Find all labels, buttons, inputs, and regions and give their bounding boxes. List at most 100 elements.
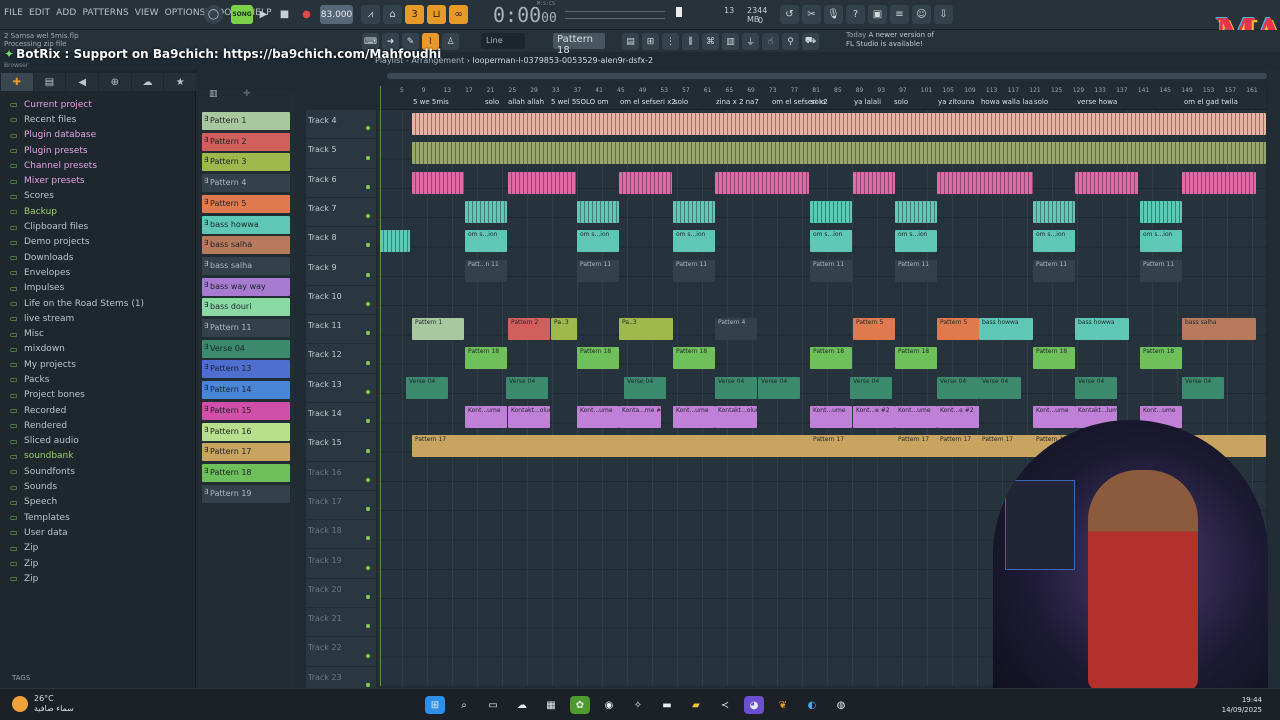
browser-item[interactable]: ▭ Current project [10,97,144,112]
playlist-clip[interactable] [673,200,715,223]
playlist-icon[interactable]: ▤ [622,33,639,50]
tempo-display[interactable]: 83.000 [320,5,353,24]
fl-studio-icon[interactable]: ❦ [773,696,793,714]
vscode-icon[interactable]: ≺ [715,696,735,714]
pat-song-circle-icon[interactable]: ◯ [204,5,223,24]
playlist-clip[interactable]: Pattern 18 [673,347,715,370]
timeline-marker[interactable]: howa walla laa [981,98,1033,106]
task-view-icon[interactable]: ▭ [483,696,503,714]
menu-patterns[interactable]: PATTERNS [82,8,128,18]
loop-record-icon[interactable]: ∞ [449,5,468,24]
playlist-clip[interactable]: Pattern 5 [937,318,979,341]
plugin-icon[interactable]: ⌘ [702,33,719,50]
playlist-clip[interactable]: bass howwa [1075,318,1129,341]
mixer-window-icon[interactable]: ⫼ [682,33,699,50]
playlist-clip[interactable]: Pattern 11 [895,259,937,282]
timeline-marker[interactable]: zina x 2 na7 [716,98,759,106]
playlist-clip[interactable]: Verse 04 [406,376,448,399]
playlist-clip[interactable] [412,171,464,194]
playlist-clip[interactable]: om s...ion [895,230,937,253]
browser-item[interactable]: ▭ User data [10,525,144,540]
playlist-clip[interactable]: Pattern 17 [937,435,979,458]
playlist-clip[interactable]: Kont...ume [465,406,507,428]
track-mute-led[interactable] [366,302,370,307]
playlist-clip[interactable]: Kontakt...olume #2 [715,406,757,428]
track-mute-led[interactable] [366,155,370,160]
playlist-clip[interactable] [619,171,672,194]
playlist-clip[interactable]: Verse 04 [937,376,979,399]
pattern-item[interactable]: bass salha [202,256,290,275]
browser-item[interactable]: ▭ Demo projects [10,235,144,250]
timeline-ruler[interactable]: 5 9 13 17 21 25 29 33 37 41 45 49 53 57 61 65 69 73 77 81 85… [378,86,1279,110]
track-header[interactable]: Track 12 [306,344,376,374]
app-icon[interactable]: ✿ [570,696,590,714]
timeline-marker[interactable]: SOLO om [576,98,608,106]
timeline-marker[interactable]: ya zitouna [938,98,974,106]
channel-rack-icon[interactable]: ⋮ [662,33,679,50]
playlist-clip[interactable]: Verse 04 [1182,376,1224,399]
countdown-icon[interactable]: 3 [405,5,424,24]
clipboard-icon[interactable]: ▥ [722,33,739,50]
cart-icon[interactable]: ⛟ [802,33,819,50]
timeline-marker[interactable]: om el sefseri x2 [620,98,676,106]
pattern-item[interactable]: Pattern 13 [202,360,290,379]
pattern-item[interactable]: Pattern 3 [202,153,290,172]
timeline-marker[interactable]: 5 we 5mis [413,98,449,106]
piano-roll-icon[interactable]: ⊞ [642,33,659,50]
file-explorer-icon[interactable]: ▰ [686,696,706,714]
track-mute-led[interactable] [366,214,370,219]
browser-item[interactable]: ▭ My projects [10,357,144,372]
mic-icon[interactable]: 🎙 [824,5,843,24]
track-mute-led[interactable] [366,331,370,336]
track-header[interactable]: Track 22 [306,637,376,667]
timeline-marker[interactable]: solo [674,98,688,106]
timeline-marker[interactable]: allah allah [508,98,544,106]
menu-options[interactable]: OPTIONS [165,8,206,18]
track-mute-led[interactable] [366,536,370,541]
playlist-clip[interactable] [1182,171,1256,194]
playlist-clip[interactable]: Pattern 1 [412,318,464,341]
browser-tab-favorites[interactable]: ★ [164,73,197,91]
playlist-clip[interactable]: Pattern 18 [1033,347,1075,370]
tempo-tap-icon[interactable]: ⚲ [782,33,799,50]
pattern-item[interactable]: bass howwa [202,215,290,234]
playlist-clip[interactable]: Pa..3 [619,318,673,341]
track-header[interactable]: Track 10 [306,286,376,316]
browser-item[interactable]: ▭ Downloads [10,250,144,265]
playlist-vertical-scroll[interactable] [1268,70,1280,690]
pattern-item[interactable]: bass douri [202,298,290,317]
playlist-clip[interactable]: Pattern 11 [1140,259,1182,282]
browser-item[interactable]: ▭ Zip [10,571,144,586]
track-header[interactable]: Track 4 [306,110,376,140]
browser-tab-plugins[interactable]: ⊕ [99,73,131,91]
menu-file[interactable]: FILE [4,8,23,18]
browser-tab-project[interactable]: ◀ [66,73,99,91]
pattern-item[interactable]: bass salha [202,236,290,255]
playlist-clip[interactable]: om s...ion [465,230,507,253]
browser-item[interactable]: ▭ Recorded [10,403,144,418]
playlist-clip[interactable] [380,230,410,253]
playlist-clip[interactable] [937,171,1033,194]
browser-item[interactable]: ▭ soundbank [10,449,144,464]
weather-widget[interactable]: 26°C سماء صافية [12,694,74,714]
browser-item[interactable]: ▭ Sounds [10,479,144,494]
pattern-item[interactable]: Pattern 17 [202,443,290,462]
song-mode-toggle[interactable]: SONG [231,5,253,24]
browser-item[interactable]: ▭ Zip [10,556,144,571]
track-mute-led[interactable] [366,595,370,600]
playlist-clip[interactable]: om s...ion [1140,230,1182,253]
playlist-clip[interactable]: bass howwa [979,318,1033,341]
pattern-item[interactable]: bass way way [202,277,290,296]
play-icon[interactable]: ▶ [254,5,273,24]
playlist-clip[interactable] [412,142,1266,165]
playlist-clip[interactable] [508,171,576,194]
undo-icon[interactable]: ↺ [780,5,799,24]
browser-tab-files[interactable]: ▤ [33,73,66,91]
cut-icon[interactable]: ✂ [802,5,821,24]
browser-item[interactable]: ▭ Misc [10,326,144,341]
playlist-clip[interactable]: Kont...e #2 [853,406,895,428]
playlist-clip[interactable] [853,171,895,194]
stop-icon[interactable]: ■ [275,5,294,24]
mixer-icon[interactable]: ≡ [890,5,909,24]
playlist-clip[interactable]: bass salha [1182,318,1256,341]
